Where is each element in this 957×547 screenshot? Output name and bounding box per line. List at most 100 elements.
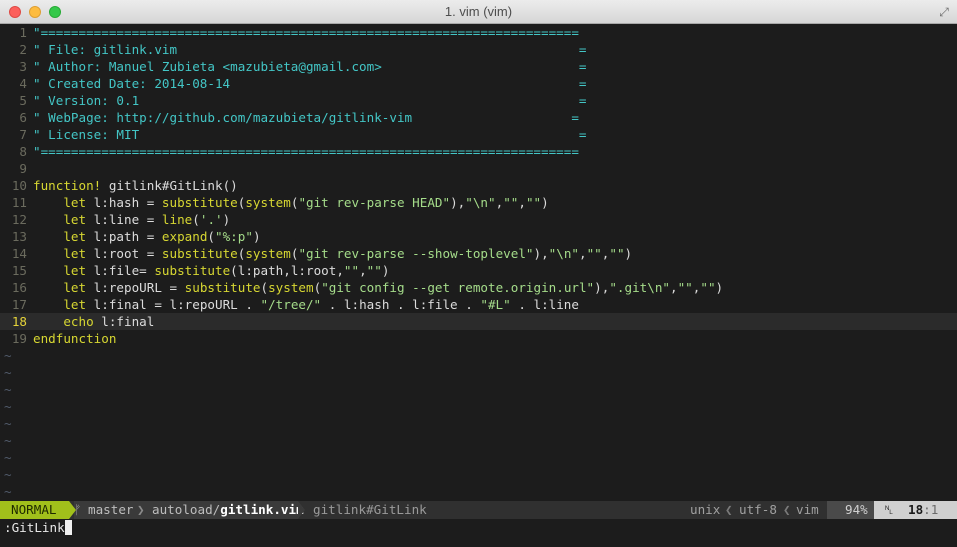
cursor-line: 18 xyxy=(908,502,924,517)
code-token: let xyxy=(63,263,87,278)
code-token: "\n" xyxy=(548,246,579,261)
code-token: let xyxy=(63,212,87,227)
code-line[interactable]: 3 " Author: Manuel Zubieta <mazubieta@gma… xyxy=(0,58,957,75)
code-token: , xyxy=(518,195,526,210)
code-token: "" xyxy=(525,195,542,210)
code-token: " Version: 0.1 = xyxy=(33,93,587,108)
code-token: gitlink#GitLink() xyxy=(101,178,238,193)
line-number: 13 xyxy=(11,229,27,244)
tilde-marker: ~ xyxy=(4,365,12,380)
code-token: . l:hash . l:file . xyxy=(321,297,481,312)
code-token: l:file= xyxy=(86,263,155,278)
code-line[interactable]: 19 endfunction xyxy=(0,330,957,347)
code-token: "=======================================… xyxy=(33,144,579,159)
code-token: "" xyxy=(503,195,519,210)
chevron-left-icon: ❮ xyxy=(725,502,733,517)
code-line[interactable]: 5 " Version: 0.1 = xyxy=(0,92,957,109)
code-line[interactable]: 17 let l:final = l:repoURL . "/tree/" . … xyxy=(0,296,957,313)
tilde-marker: ~ xyxy=(4,467,12,482)
tilde-marker: ~ xyxy=(4,382,12,397)
line-number: 9 xyxy=(19,161,27,176)
code-line[interactable]: 6 " WebPage: http://github.com/mazubieta/… xyxy=(0,109,957,126)
code-line[interactable]: 11 let l:hash = substitute(system("git r… xyxy=(0,194,957,211)
title-bar[interactable]: 1. vim (vim) ⤢ xyxy=(0,0,957,24)
code-line[interactable]: 15 let l:file= substitute(l:path,l:root,… xyxy=(0,262,957,279)
code-token: "/tree/" xyxy=(260,297,322,312)
command-line[interactable]: :GitLink xyxy=(0,519,957,547)
code-token: " WebPage: http://github.com/mazubieta/g… xyxy=(33,110,579,125)
code-line[interactable]: 12 let l:line = line('.') xyxy=(0,211,957,228)
tilde-marker: ~ xyxy=(4,416,12,431)
code-line[interactable]: 9 xyxy=(0,160,957,177)
code-token: ) xyxy=(624,246,633,261)
code-line[interactable]: 16 let l:repoURL = substitute(system("gi… xyxy=(0,279,957,296)
chevron-left-icon: ❮ xyxy=(783,502,791,517)
command-text: :GitLink xyxy=(4,520,65,535)
code-token: function! xyxy=(33,178,102,193)
code-token: ) xyxy=(715,280,724,295)
code-token: line xyxy=(161,212,193,227)
code-line[interactable]: 8 "======================================… xyxy=(0,143,957,160)
code-token: system xyxy=(268,280,314,295)
empty-buffer-line: ~ xyxy=(0,466,957,483)
code-token: "git config --get remote.origin.url" xyxy=(321,280,595,295)
code-line[interactable]: 7 " License: MIT = xyxy=(0,126,957,143)
code-line[interactable]: 2 " File: gitlink.vim = xyxy=(0,41,957,58)
line-number: 17 xyxy=(11,297,27,312)
code-text: let l:repoURL = substitute(system("git c… xyxy=(33,280,723,295)
tilde-marker: ~ xyxy=(4,484,12,499)
code-token: ) xyxy=(222,212,231,227)
code-token: substitute xyxy=(161,195,238,210)
code-token: substitute xyxy=(154,263,231,278)
code-token: ) xyxy=(252,229,261,244)
empty-buffer-line: ~ xyxy=(0,415,957,432)
current-function: gitlink#GitLink xyxy=(313,502,427,517)
line-number: 8 xyxy=(19,144,27,159)
code-token: "" xyxy=(700,280,716,295)
code-text: let l:hash = substitute(system("git rev-… xyxy=(33,195,548,210)
code-token: expand xyxy=(161,229,208,244)
code-line[interactable]: 10 function! gitlink#GitLink() xyxy=(0,177,957,194)
code-token: system xyxy=(245,246,291,261)
code-line[interactable]: 13 let l:path = expand("%:p") xyxy=(0,228,957,245)
code-token: ) xyxy=(381,263,390,278)
code-text: " Version: 0.1 = xyxy=(33,93,587,108)
file-path-dir: autoload/ xyxy=(152,502,221,517)
code-token: ), xyxy=(533,246,549,261)
code-token: let xyxy=(63,246,87,261)
code-token: " Created Date: 2014-08-14 = xyxy=(33,76,587,91)
code-token: "git rev-parse --show-toplevel" xyxy=(298,246,534,261)
code-text: let l:path = expand("%:p") xyxy=(33,229,261,244)
code-text: echo l:final xyxy=(33,314,154,329)
file-path: autoload/gitlink.vim xyxy=(152,501,304,519)
code-text: "=======================================… xyxy=(33,25,579,40)
editor-buffer[interactable]: 1 "======================================… xyxy=(0,24,957,501)
mode-indicator: NORMAL xyxy=(0,501,69,519)
line-number: 11 xyxy=(11,195,27,210)
empty-buffer-line: ~ xyxy=(0,381,957,398)
code-token: "" xyxy=(677,280,693,295)
code-token: ), xyxy=(450,195,466,210)
code-token: l:final xyxy=(93,314,155,329)
code-line[interactable]: 4 " Created Date: 2014-08-14 = xyxy=(0,75,957,92)
code-token: " Author: Manuel Zubieta <mazubieta@gmai… xyxy=(33,59,587,74)
code-text: "=======================================… xyxy=(33,144,579,159)
current-code-line[interactable]: 18 echo l:final xyxy=(0,313,957,330)
code-text: " Author: Manuel Zubieta <mazubieta@gmai… xyxy=(33,59,587,74)
empty-buffer-line: ~ xyxy=(0,398,957,415)
file-format: unix xyxy=(690,502,721,517)
code-line[interactable]: 1 "======================================… xyxy=(0,24,957,41)
code-token: "git rev-parse HEAD" xyxy=(298,195,451,210)
status-line: NORMAL ᚠ master ❯ autoload/gitlink.vim g… xyxy=(0,501,957,519)
line-number: 6 xyxy=(19,110,27,125)
code-line[interactable]: 14 let l:root = substitute(system("git r… xyxy=(0,245,957,262)
code-token: endfunction xyxy=(33,331,117,346)
code-token: substitute xyxy=(161,246,238,261)
tilde-marker: ~ xyxy=(4,450,12,465)
code-token: l:line = xyxy=(86,212,162,227)
fullscreen-icon[interactable]: ⤢ xyxy=(937,5,951,19)
code-token: let xyxy=(63,280,87,295)
code-text: " WebPage: http://github.com/mazubieta/g… xyxy=(33,110,579,125)
